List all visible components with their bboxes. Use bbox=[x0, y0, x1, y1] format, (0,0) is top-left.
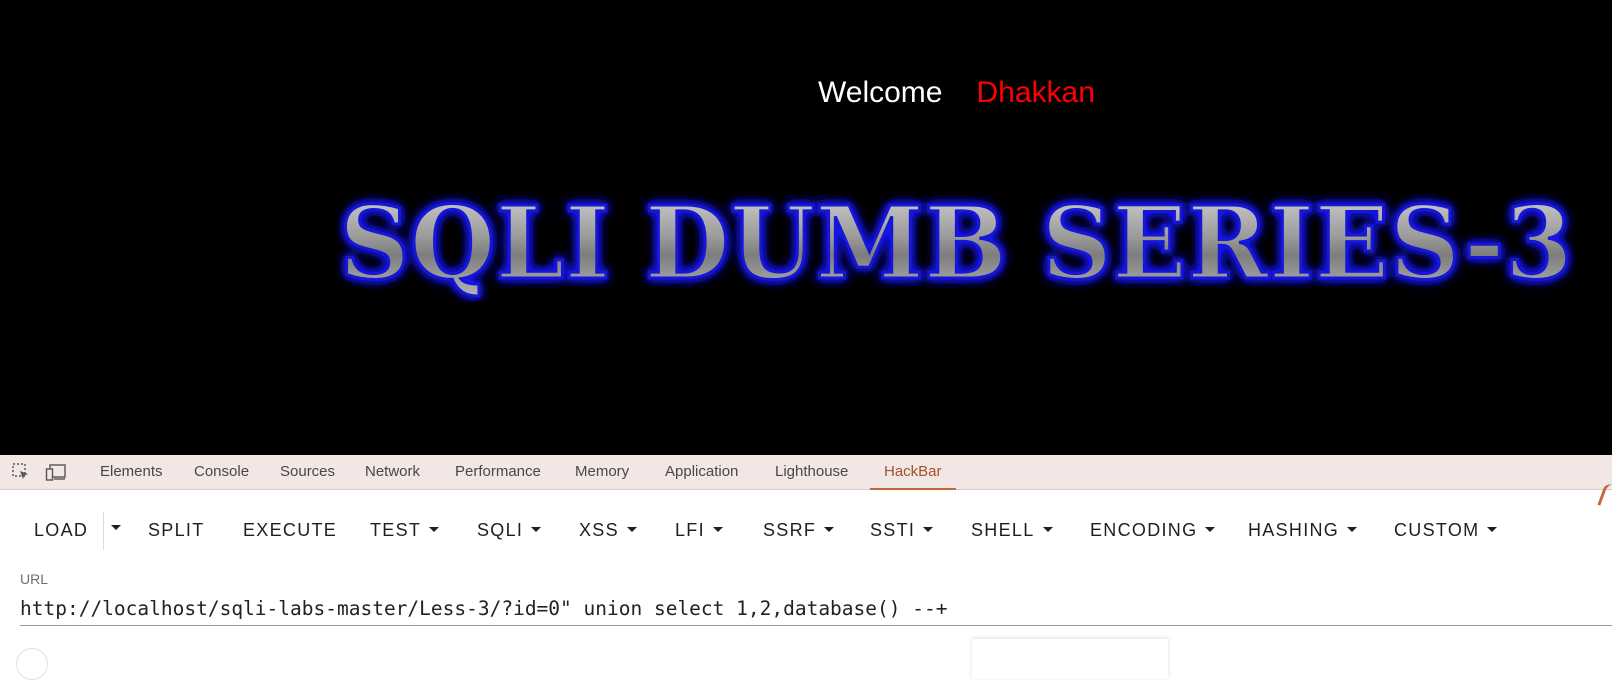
test-dropdown[interactable]: TEST bbox=[370, 510, 440, 550]
encoding-dropdown[interactable]: ENCODING bbox=[1090, 510, 1216, 550]
lfi-dropdown-label: LFI bbox=[675, 520, 705, 540]
chevron-down-icon bbox=[824, 526, 835, 532]
custom-dropdown-label: CUSTOM bbox=[1394, 520, 1480, 540]
tab-memory[interactable]: Memory bbox=[575, 455, 629, 489]
encoding-dropdown-label: ENCODING bbox=[1090, 520, 1198, 540]
load-divider bbox=[103, 512, 104, 550]
tab-application[interactable]: Application bbox=[665, 455, 738, 489]
hackbar-panel: LOAD SPLIT EXECUTE TEST SQLI XSS LFI SSR… bbox=[0, 482, 1612, 680]
ssrf-dropdown-label: SSRF bbox=[763, 520, 817, 540]
tab-lighthouse[interactable]: Lighthouse bbox=[775, 455, 848, 489]
shell-dropdown-label: SHELL bbox=[971, 520, 1035, 540]
tab-sources[interactable]: Sources bbox=[280, 455, 335, 489]
sqli-dropdown[interactable]: SQLI bbox=[477, 510, 542, 550]
split-button-label: SPLIT bbox=[148, 520, 205, 540]
series-title-banner: SQLI DUMB SERIES-3 bbox=[338, 183, 1575, 303]
split-button[interactable]: SPLIT bbox=[148, 510, 205, 550]
shell-dropdown[interactable]: SHELL bbox=[971, 510, 1053, 550]
chevron-down-icon bbox=[1347, 526, 1358, 532]
welcome-text: Welcome bbox=[818, 76, 943, 109]
round-button-stub[interactable] bbox=[16, 648, 48, 680]
load-button[interactable]: LOAD bbox=[34, 510, 88, 550]
chevron-down-icon bbox=[531, 526, 542, 532]
hashing-dropdown[interactable]: HASHING bbox=[1248, 510, 1358, 550]
chevron-down-icon bbox=[626, 526, 637, 532]
lfi-dropdown[interactable]: LFI bbox=[675, 510, 723, 550]
custom-dropdown[interactable]: CUSTOM bbox=[1394, 510, 1498, 550]
test-dropdown-label: TEST bbox=[370, 520, 422, 540]
url-input[interactable] bbox=[20, 593, 1612, 626]
tab-network[interactable]: Network bbox=[365, 455, 420, 489]
devtools-tab-bar: Elements Console Sources Network Perform… bbox=[0, 455, 1612, 490]
chevron-down-icon bbox=[712, 526, 723, 532]
chevron-down-icon bbox=[111, 525, 121, 531]
inspect-element-icon[interactable] bbox=[11, 462, 31, 482]
ssti-dropdown[interactable]: SSTI bbox=[870, 510, 934, 550]
tab-elements[interactable]: Elements bbox=[100, 455, 163, 489]
popup-panel-stub bbox=[972, 639, 1168, 679]
execute-button-label: EXECUTE bbox=[243, 520, 338, 540]
web-page: Welcome Dhakkan SQLI DUMB SERIES-3 bbox=[0, 0, 1612, 455]
sqli-dropdown-label: SQLI bbox=[477, 520, 524, 540]
xss-dropdown-label: XSS bbox=[579, 520, 619, 540]
load-button-label: LOAD bbox=[34, 520, 89, 540]
chevron-down-icon bbox=[1042, 526, 1053, 532]
tab-hackbar[interactable]: HackBar bbox=[870, 455, 955, 490]
url-label: URL bbox=[20, 571, 49, 587]
chevron-down-icon bbox=[1487, 526, 1498, 532]
ssrf-dropdown[interactable]: SSRF bbox=[763, 510, 835, 550]
welcome-line: Welcome Dhakkan bbox=[818, 76, 1095, 110]
user-name: Dhakkan bbox=[976, 76, 1095, 109]
tab-console[interactable]: Console bbox=[194, 455, 249, 489]
chevron-down-icon bbox=[429, 526, 440, 532]
chevron-down-icon bbox=[1205, 526, 1216, 532]
device-toolbar-icon[interactable] bbox=[45, 462, 67, 482]
execute-button[interactable]: EXECUTE bbox=[243, 510, 337, 550]
load-options-dropdown[interactable] bbox=[107, 510, 129, 550]
xss-dropdown[interactable]: XSS bbox=[579, 510, 637, 550]
chevron-down-icon bbox=[923, 526, 934, 532]
tab-performance[interactable]: Performance bbox=[455, 455, 541, 489]
hashing-dropdown-label: HASHING bbox=[1248, 520, 1340, 540]
ssti-dropdown-label: SSTI bbox=[870, 520, 916, 540]
banner-text: SQLI DUMB SERIES-3 bbox=[339, 184, 1573, 302]
